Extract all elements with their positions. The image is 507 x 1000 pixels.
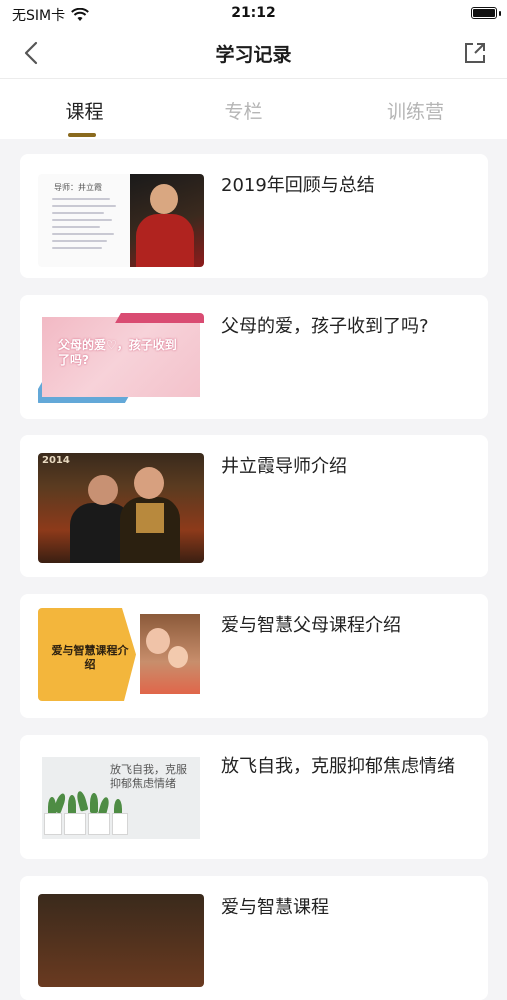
plant-pot bbox=[64, 813, 86, 835]
share-icon[interactable] bbox=[461, 39, 489, 67]
slide-area: 导师：井立霞 bbox=[38, 174, 130, 267]
status-time: 21:12 bbox=[231, 5, 276, 21]
thumb-caption: 导师：井立霞 bbox=[54, 183, 102, 192]
thumb-caption: 爱与智慧课程介绍 bbox=[51, 644, 129, 671]
page-title: 学习记录 bbox=[215, 44, 292, 66]
course-title: 放飞自我，克服抑郁焦虑情绪 bbox=[221, 756, 455, 777]
course-card[interactable]: 2014 井立霞导师介绍 bbox=[20, 435, 488, 577]
decor-stripe bbox=[115, 313, 204, 323]
course-card[interactable]: 导师：井立霞 2019年回顾与总结 bbox=[20, 154, 488, 278]
battery-icon bbox=[471, 7, 497, 19]
course-title: 父母的爱，孩子收到了吗? bbox=[221, 316, 429, 337]
course-card[interactable]: 爱与智慧课程介绍 爱与智慧父母课程介绍 bbox=[20, 594, 488, 718]
tab-columns[interactable]: 专栏 bbox=[159, 97, 328, 124]
thumb-caption: 父母的爱♡，孩子收到了吗? bbox=[58, 338, 177, 367]
plant-leaf bbox=[68, 795, 76, 815]
course-thumbnail: 放飞自我，克服抑郁焦虑情绪 bbox=[38, 753, 204, 846]
course-card[interactable]: 父母的爱♡，孩子收到了吗? 父母的爱，孩子收到了吗? bbox=[20, 295, 488, 419]
course-thumbnail: 2014 bbox=[38, 453, 204, 563]
plant-leaf bbox=[90, 793, 98, 813]
course-title: 爱与智慧课程 bbox=[221, 897, 329, 918]
thumb-caption: 2014 bbox=[42, 455, 70, 466]
course-thumbnail: 导师：井立霞 bbox=[38, 174, 204, 267]
plant-pot bbox=[44, 813, 62, 835]
course-thumbnail bbox=[38, 894, 204, 987]
status-bar: 无SIM卡 21:12 bbox=[0, 0, 507, 28]
scarf-shape bbox=[136, 503, 164, 533]
tab-indicator bbox=[68, 133, 96, 137]
course-title: 井立霞导师介绍 bbox=[221, 456, 347, 477]
course-title: 2019年回顾与总结 bbox=[221, 175, 375, 196]
thumb-caption: 放飞自我，克服抑郁焦虑情绪 bbox=[110, 763, 187, 790]
plant-pot bbox=[112, 813, 128, 835]
child-head bbox=[168, 646, 188, 668]
course-card[interactable]: 爱与智慧课程 bbox=[20, 876, 488, 1000]
person-head bbox=[150, 184, 178, 214]
tab-training-camp[interactable]: 训练营 bbox=[331, 97, 500, 124]
course-title: 爱与智慧父母课程介绍 bbox=[221, 615, 401, 636]
course-thumbnail: 父母的爱♡，孩子收到了吗? bbox=[38, 313, 204, 406]
person-head bbox=[88, 475, 118, 505]
plant-pot bbox=[88, 813, 110, 835]
tab-courses[interactable]: 课程 bbox=[0, 97, 169, 124]
person-head bbox=[146, 628, 170, 654]
battery-tip bbox=[499, 11, 501, 16]
person-shape bbox=[136, 214, 194, 267]
person-head bbox=[134, 467, 164, 499]
course-thumbnail: 爱与智慧课程介绍 bbox=[38, 608, 204, 701]
course-card[interactable]: 放飞自我，克服抑郁焦虑情绪 放飞自我，克服抑郁焦虑情绪 bbox=[20, 735, 488, 859]
tab-bar: 课程 专栏 训练营 bbox=[0, 79, 507, 139]
nav-bar: 学习记录 bbox=[0, 28, 507, 79]
